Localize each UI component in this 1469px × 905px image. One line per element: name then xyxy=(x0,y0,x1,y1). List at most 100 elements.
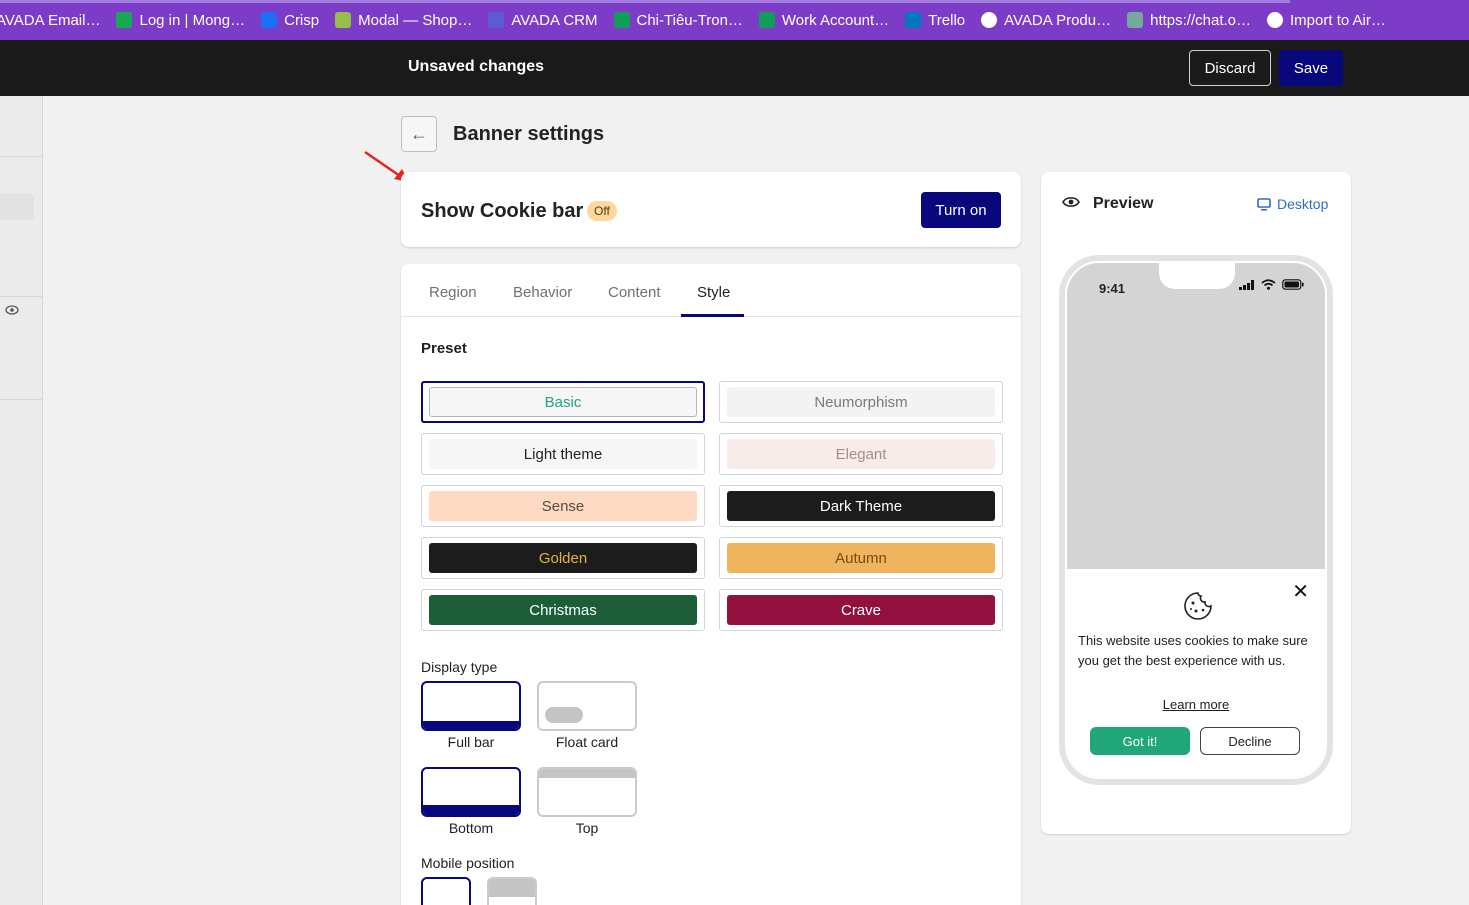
tab-bar: Region Behavior Content Style xyxy=(401,264,1021,317)
avada-crm-icon xyxy=(488,12,505,28)
close-icon[interactable]: ✕ xyxy=(1292,579,1309,604)
arrow-left-icon: ← xyxy=(410,123,428,144)
top-bar-preview xyxy=(539,769,635,778)
float-card-preview xyxy=(545,707,583,723)
preset-option-christmas[interactable]: Christmas xyxy=(421,589,705,631)
google-sheets-icon xyxy=(758,12,775,28)
cookie-bar-status-card: Show Cookie bar Off Turn on xyxy=(401,172,1021,247)
mongodb-leaf-icon xyxy=(116,12,133,28)
back-button[interactable]: ← xyxy=(401,116,437,152)
signal-icon xyxy=(1239,279,1254,290)
preview-title: Preview xyxy=(1093,195,1154,212)
eye-icon[interactable] xyxy=(5,304,19,318)
sidebar-divider xyxy=(0,296,43,297)
sidebar xyxy=(0,96,43,905)
phone-mockup: 9:41 ✕ This website uses cookies to make… xyxy=(1059,255,1333,785)
bookmark-item[interactable]: Import to Air… xyxy=(1267,0,1386,40)
google-icon xyxy=(981,12,998,28)
tab-content[interactable]: Content xyxy=(608,284,661,301)
cookie-banner-preview: ✕ This website uses cookies to make sure… xyxy=(1067,569,1325,777)
desktop-label: Desktop xyxy=(1277,196,1329,212)
preset-option-sense[interactable]: Sense xyxy=(421,485,705,527)
preset-option-elegant[interactable]: Elegant xyxy=(719,433,1003,475)
accept-button[interactable]: Got it! xyxy=(1090,727,1190,755)
status-badge: Off xyxy=(587,201,617,221)
battery-icon xyxy=(1282,279,1304,290)
mobile-top-preview xyxy=(489,879,535,897)
preset-label: Golden xyxy=(429,543,697,573)
preset-option-neumorphism[interactable]: Neumorphism xyxy=(719,381,1003,423)
crisp-chat-icon xyxy=(261,12,278,28)
tab-behavior[interactable]: Behavior xyxy=(513,284,572,301)
preset-label: Neumorphism xyxy=(727,387,995,417)
display-float-card-option[interactable] xyxy=(537,681,637,731)
decline-button[interactable]: Decline xyxy=(1200,727,1300,755)
bookmark-item[interactable]: Work Account… xyxy=(758,0,889,40)
cookie-icon xyxy=(1184,592,1212,620)
bookmark-label: Modal — Shop… xyxy=(358,11,473,29)
preset-option-crave[interactable]: Crave xyxy=(719,589,1003,631)
phone-time: 9:41 xyxy=(1099,281,1126,296)
contextual-save-bar: Unsaved changes Discard Save xyxy=(0,40,1469,96)
preset-label: Dark Theme xyxy=(727,491,995,521)
preset-option-light-theme[interactable]: Light theme xyxy=(421,433,705,475)
bookmark-label: AVADA Produ… xyxy=(1004,11,1112,29)
float-card-label: Float card xyxy=(555,734,619,750)
bookmark-item[interactable]: Crisp xyxy=(261,0,319,40)
full-bar-label: Full bar xyxy=(447,734,495,750)
eye-icon xyxy=(1062,197,1080,207)
preset-option-dark-theme[interactable]: Dark Theme xyxy=(719,485,1003,527)
unsaved-changes-label: Unsaved changes xyxy=(408,58,545,75)
save-button[interactable]: Save xyxy=(1279,50,1343,86)
bookmark-item[interactable]: Modal — Shop… xyxy=(335,0,472,40)
tab-strip-edge xyxy=(0,0,1290,3)
active-tab-indicator xyxy=(681,314,744,317)
globe-icon xyxy=(1267,12,1284,28)
preset-option-autumn[interactable]: Autumn xyxy=(719,537,1003,579)
bookmark-item[interactable]: Chi-Tiêu-Tron… xyxy=(613,0,743,40)
preset-label: Sense xyxy=(429,491,697,521)
preset-option-basic[interactable]: Basic xyxy=(421,381,705,423)
sidebar-divider xyxy=(0,399,43,400)
display-full-bar-option[interactable] xyxy=(421,681,521,731)
bookmark-item[interactable]: AVADA Email… xyxy=(0,0,100,40)
tab-style[interactable]: Style xyxy=(697,284,730,301)
trello-icon xyxy=(905,12,922,28)
preset-label: Crave xyxy=(727,595,995,625)
learn-more-link[interactable]: Learn more xyxy=(1067,697,1325,712)
position-top-label: Top xyxy=(575,820,599,836)
bookmark-label: Trello xyxy=(928,11,966,29)
discard-button[interactable]: Discard xyxy=(1189,50,1271,86)
position-bottom-option[interactable] xyxy=(421,767,521,817)
phone-screen: 9:41 ✕ This website uses cookies to make… xyxy=(1067,263,1325,777)
preset-label: Elegant xyxy=(727,439,995,469)
bookmark-item[interactable]: AVADA Produ… xyxy=(981,0,1111,40)
cookie-bar-label: Show Cookie bar xyxy=(421,200,584,222)
bookmark-label: https://chat.o… xyxy=(1150,11,1252,29)
bookmark-item[interactable]: Trello xyxy=(905,0,965,40)
chatgpt-icon xyxy=(1127,12,1144,28)
bookmark-label: AVADA Email… xyxy=(0,11,101,29)
mobile-position-top-option[interactable] xyxy=(487,877,537,905)
tab-region[interactable]: Region xyxy=(429,284,477,301)
phone-status-icons xyxy=(1239,279,1304,290)
turn-on-button[interactable]: Turn on xyxy=(921,192,1001,228)
bookmark-list: AVADA Email… Log in | Mong… Crisp Modal — S… xyxy=(0,0,1402,40)
preset-title: Preset xyxy=(421,340,467,357)
phone-notch xyxy=(1159,263,1235,289)
preset-option-golden[interactable]: Golden xyxy=(421,537,705,579)
sidebar-item-selected[interactable] xyxy=(0,194,34,220)
bookmark-item[interactable]: https://chat.o… xyxy=(1127,0,1251,40)
position-top-option[interactable] xyxy=(537,767,637,817)
google-sheets-icon xyxy=(613,12,630,28)
bookmark-item[interactable]: Log in | Mong… xyxy=(116,0,245,40)
settings-card: Region Behavior Content Style Preset Bas… xyxy=(401,264,1021,905)
preset-label: Autumn xyxy=(727,543,995,573)
full-bar-preview xyxy=(423,721,519,729)
desktop-toggle[interactable]: Desktop xyxy=(1257,196,1328,212)
bookmark-item[interactable]: AVADA CRM xyxy=(488,0,598,40)
display-type-title: Display type xyxy=(421,659,498,675)
mobile-position-bottom-option[interactable] xyxy=(421,877,471,905)
bookmark-label: Log in | Mong… xyxy=(139,11,246,29)
bookmark-label: Chi-Tiêu-Tron… xyxy=(636,11,743,29)
